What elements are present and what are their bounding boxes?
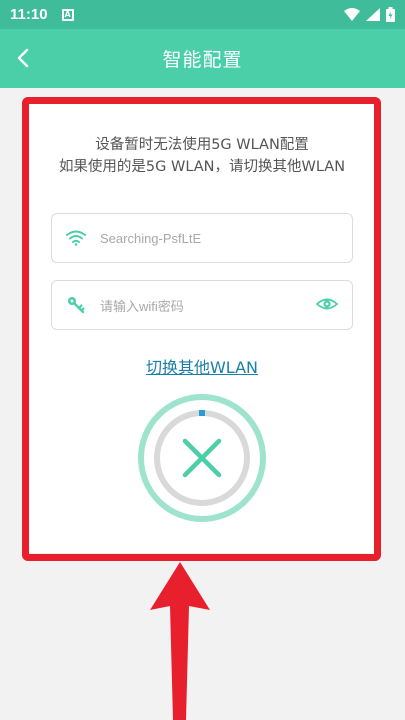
wifi-icon-wrap (52, 230, 100, 246)
back-button[interactable] (8, 43, 38, 73)
config-progress-indicator (137, 393, 267, 523)
page-title: 智能配置 (162, 49, 243, 71)
progress-ring (138, 394, 266, 522)
switch-wlan-link[interactable]: 切换其他WLAN (29, 354, 375, 378)
cell-signal-icon (366, 8, 380, 21)
notification-badge-icon: A (61, 8, 74, 21)
progress-marker (199, 410, 205, 416)
key-icon-wrap (52, 296, 100, 314)
status-bar: 11:10 A (0, 0, 405, 29)
wifi-ssid-field[interactable]: Searching-PsfLtE (51, 213, 353, 263)
wifi-ssid-value: Searching-PsfLtE (100, 230, 202, 246)
password-input[interactable]: 请输入wifi密码 (100, 296, 184, 315)
wifi-icon (66, 230, 86, 246)
warning-message: 设备暂时无法使用5G WLAN配置 如果使用的是5G WLAN，请切换其他WLA… (29, 134, 375, 178)
eye-icon[interactable] (316, 295, 338, 313)
status-time: 11:10 (10, 6, 48, 23)
warning-line-1: 设备暂时无法使用5G WLAN配置 (95, 137, 309, 153)
wifi-signal-icon (344, 8, 360, 21)
battery-icon (386, 7, 395, 22)
password-field[interactable]: 请输入wifi密码 (51, 280, 353, 330)
status-icons (344, 7, 395, 22)
key-icon (68, 297, 85, 314)
app-bar: 智能配置 (0, 29, 405, 88)
chevron-left-icon (17, 48, 29, 68)
warning-line-2: 如果使用的是5G WLAN，请切换其他WLAN (58, 159, 346, 175)
